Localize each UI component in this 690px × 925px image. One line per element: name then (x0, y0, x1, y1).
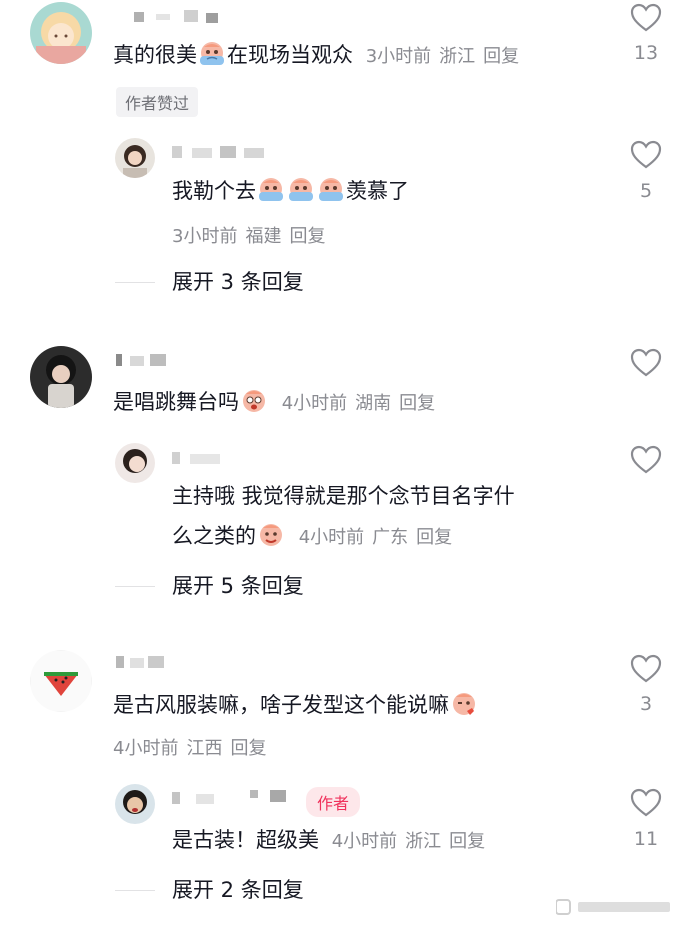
avatar[interactable] (30, 2, 92, 64)
avatar[interactable] (30, 346, 92, 408)
comment-location: 湖南 (355, 393, 392, 414)
like-heart-icon[interactable] (630, 348, 662, 378)
like-heart-icon[interactable] (630, 654, 662, 684)
comment-time: 3小时前 (172, 226, 238, 247)
avatar[interactable] (115, 138, 155, 178)
comment-time: 4小时前 (281, 393, 348, 414)
reply-text: 么之类的 4小时前 广东 回复 (172, 522, 453, 548)
crying-emoji-icon (257, 177, 285, 203)
reply-button[interactable]: 回复 (399, 393, 435, 414)
comment-time: 3小时前 (365, 46, 432, 67)
like-count: 11 (633, 828, 659, 850)
reply-meta: 3小时前 福建 回复 (172, 222, 333, 248)
crying-emoji-icon (317, 177, 345, 203)
avatar[interactable] (115, 443, 155, 483)
reply-text: 是古装！超级美 4小时前 浙江 回复 (172, 828, 486, 852)
expand-divider (115, 586, 155, 587)
expand-divider (115, 282, 155, 283)
like-heart-icon[interactable] (630, 3, 662, 33)
username-blurred[interactable] (172, 450, 232, 466)
username-blurred[interactable] (116, 352, 176, 368)
username-blurred[interactable] (116, 654, 176, 670)
expand-replies-button[interactable]: 展开 3 条回复 (172, 266, 304, 296)
comment-text: 真的很美 在现场当观众 3小时前 浙江 回复 (113, 41, 520, 67)
like-count: 3 (639, 693, 653, 715)
kiss-emoji-icon (450, 691, 478, 717)
username-blurred[interactable] (172, 788, 292, 804)
reply-button[interactable]: 回复 (289, 226, 325, 247)
username-blurred[interactable] (172, 144, 272, 160)
like-count: 5 (639, 180, 653, 202)
author-liked-badge: 作者赞过 (116, 87, 199, 117)
like-heart-icon[interactable] (630, 788, 662, 818)
comment-location: 福建 (245, 226, 282, 247)
avatar[interactable] (30, 650, 92, 712)
comment-location: 广东 (372, 527, 409, 548)
expand-replies-button[interactable]: 展开 5 条回复 (172, 570, 304, 600)
comment-text: 是唱跳舞台吗 4小时前 湖南 回复 (113, 388, 436, 414)
author-tag: 作者 (306, 787, 361, 817)
like-heart-icon[interactable] (630, 140, 662, 170)
avatar[interactable] (115, 784, 155, 824)
shocked-emoji-icon (240, 388, 268, 414)
comment-location: 浙江 (439, 46, 476, 67)
smile-emoji-icon (257, 522, 285, 548)
reply-button[interactable]: 回复 (416, 527, 452, 548)
comment-text: 是古风服装嘛，啥子发型这个能说嘛 (113, 690, 479, 720)
comment-time: 4小时前 (298, 527, 365, 548)
reply-button[interactable]: 回复 (483, 46, 519, 67)
expand-replies-button[interactable]: 展开 2 条回复 (172, 874, 304, 904)
reply-text: 我勒个去 羡慕了 (172, 177, 409, 203)
reply-text: 主持哦 我觉得就是那个念节目名字什 (172, 484, 515, 508)
expand-divider (115, 890, 155, 891)
comment-meta: 4小时前 江西 回复 (113, 734, 274, 760)
username-blurred[interactable] (134, 8, 224, 24)
crying-emoji-icon (287, 177, 315, 203)
reply-button[interactable]: 回复 (449, 831, 485, 852)
like-heart-icon[interactable] (630, 445, 662, 475)
like-count: 13 (633, 42, 659, 64)
comment-time: 4小时前 (113, 738, 179, 759)
comment-location: 江西 (186, 738, 223, 759)
crying-emoji-icon (198, 41, 226, 67)
comment-time: 4小时前 (331, 831, 398, 852)
watermark (555, 896, 676, 918)
reply-button[interactable]: 回复 (230, 738, 266, 759)
comment-location: 浙江 (405, 831, 442, 852)
